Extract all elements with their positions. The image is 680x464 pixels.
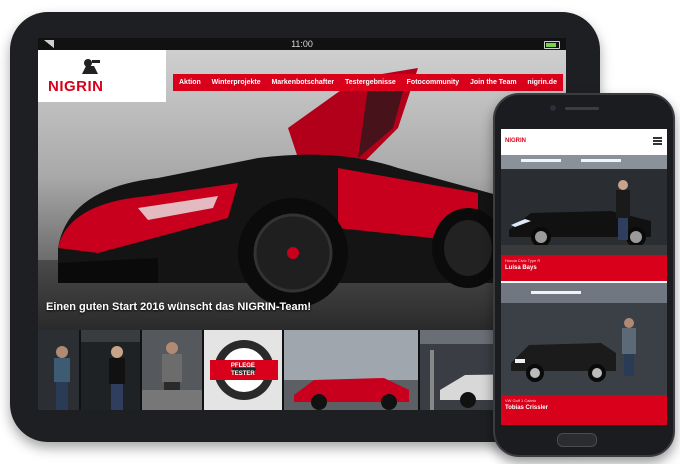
card-2-title: Tobias Crissler bbox=[505, 405, 548, 411]
nav-item-testergebnisse[interactable]: Testergebnisse bbox=[345, 79, 396, 86]
thumbnail-person-1[interactable] bbox=[38, 330, 82, 410]
nav-item-markenbotschafter[interactable]: Markenbotschafter bbox=[271, 79, 334, 86]
phone-speaker-icon bbox=[565, 107, 599, 110]
phone-camera-icon bbox=[550, 105, 556, 111]
thumbnail-red-car[interactable] bbox=[284, 330, 421, 410]
card-1-title: Luisa Bays bbox=[505, 265, 537, 271]
nav-item-aktion[interactable]: Aktion bbox=[179, 79, 201, 86]
nav-item-nigrin-de[interactable]: nigrin.de bbox=[527, 79, 557, 86]
thumbnail-strip: PFLEGE TESTER bbox=[38, 330, 566, 410]
status-time: 11:00 bbox=[291, 39, 313, 49]
hero-banner[interactable]: NIGRIN Aktion Winterprojekte Markenbotsc… bbox=[38, 50, 566, 330]
thumbnail-person-2[interactable] bbox=[81, 330, 143, 410]
logo-text: NIGRIN bbox=[48, 78, 104, 95]
thumbnail-pflege-tester-badge[interactable]: PFLEGE TESTER bbox=[203, 330, 285, 410]
hamburger-menu-icon[interactable] bbox=[653, 137, 662, 145]
card-1-subtitle: Honda Civic Type R bbox=[505, 258, 541, 263]
logo-mascot-icon bbox=[82, 59, 100, 74]
hero-car-image bbox=[58, 68, 508, 308]
hero-caption: Einen guten Start 2016 wünscht das NIGRI… bbox=[46, 301, 312, 313]
main-nav: Aktion Winterprojekte Markenbotschafter … bbox=[173, 74, 563, 91]
logo-area[interactable]: NIGRIN bbox=[38, 50, 166, 102]
nav-item-join-the-team[interactable]: Join the Team bbox=[470, 79, 517, 86]
phone-home-button[interactable] bbox=[557, 433, 597, 447]
status-bar: 11:00 bbox=[38, 38, 566, 50]
tablet-screen: 11:00 NIGRIN Aktion Winterprojekte Marke… bbox=[38, 38, 566, 410]
badge-line-2: TESTER bbox=[231, 371, 255, 377]
card-2-subtitle: VW Golf 1 Cabrio bbox=[505, 398, 537, 403]
phone-header: NIGRIN bbox=[501, 129, 667, 155]
phone-card-caption-2[interactable]: VW Golf 1 Cabrio Tobias Crissler bbox=[501, 395, 667, 425]
badge-line-1: PFLEGE bbox=[230, 363, 255, 369]
phone-card-image-2[interactable] bbox=[501, 283, 667, 395]
nav-item-winterprojekte[interactable]: Winterprojekte bbox=[212, 79, 261, 86]
phone-screen: NIGRIN Honda Civic Type R Luisa Bays VW … bbox=[501, 129, 667, 425]
phone-card-image-1[interactable] bbox=[501, 155, 667, 255]
battery-icon bbox=[544, 41, 560, 49]
phone-logo-text[interactable]: NIGRIN bbox=[505, 138, 526, 144]
thumbnail-person-3[interactable] bbox=[142, 330, 204, 410]
nav-item-fotocommunity[interactable]: Fotocommunity bbox=[407, 79, 460, 86]
phone-card-caption-1[interactable]: Honda Civic Type R Luisa Bays bbox=[501, 255, 667, 281]
